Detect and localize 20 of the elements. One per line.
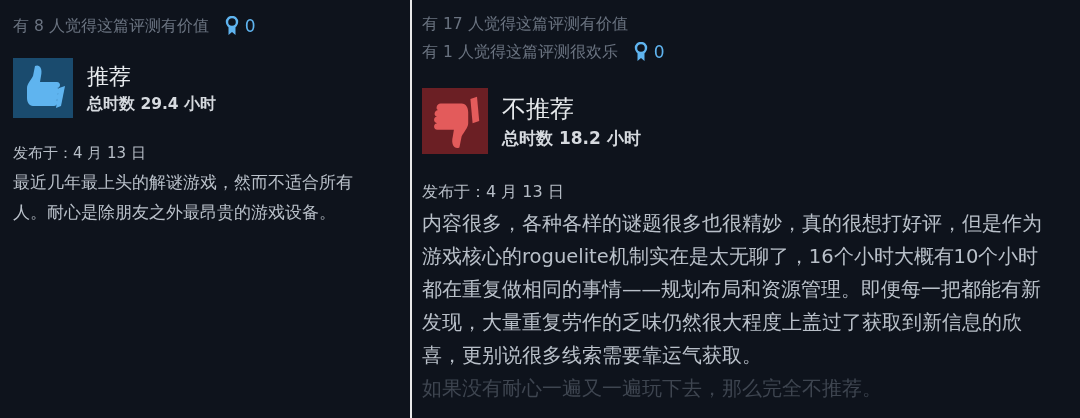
review-text-line: 发现，大量重复劳作的乏味仍然很大程度上盖过了获取到新信息的欣 — [422, 310, 1023, 336]
playtime-text: 总时数 29.4 小时 — [87, 93, 217, 115]
award-icon[interactable] — [633, 42, 648, 62]
award-count: 0 — [653, 42, 665, 62]
review-text-line: 游戏核心的roguelite机制实在是太无聊了，16个小时大概有10个小时 — [422, 244, 1040, 270]
posted-date: 发布于：4 月 13 日 — [422, 182, 565, 203]
review-text-line: 人。耐心是除朋友之外最昂贵的游戏设备。 — [13, 201, 337, 224]
verdict-title: 不推荐 — [502, 93, 575, 125]
playtime-text: 总时数 18.2 小时 — [502, 126, 641, 150]
helpful-count-text: 有 8 人觉得这篇评测有价值 — [13, 15, 209, 37]
award-count: 0 — [244, 16, 256, 36]
review-text-line: 内容很多，各种各样的谜题很多也很精妙，真的很想打好评，但是作为 — [422, 211, 1043, 237]
helpful-count-text: 有 1 人觉得这篇评测很欢乐 — [422, 41, 618, 63]
award-icon[interactable] — [224, 16, 239, 36]
verdict-title: 推荐 — [87, 62, 132, 91]
helpful-count-text: 有 17 人觉得这篇评测有价值 — [422, 13, 628, 35]
posted-date: 发布于：4 月 13 日 — [13, 144, 147, 163]
review-text-line: 都在重复做相同的事情——规划布局和资源管理。即便每一把都能有新 — [422, 277, 1042, 303]
review-text-line: 最近几年最上头的解谜游戏，然而不适合所有 — [13, 171, 354, 194]
review-text-line: 喜，更别说很多线索需要靠运气获取。 — [422, 343, 763, 369]
